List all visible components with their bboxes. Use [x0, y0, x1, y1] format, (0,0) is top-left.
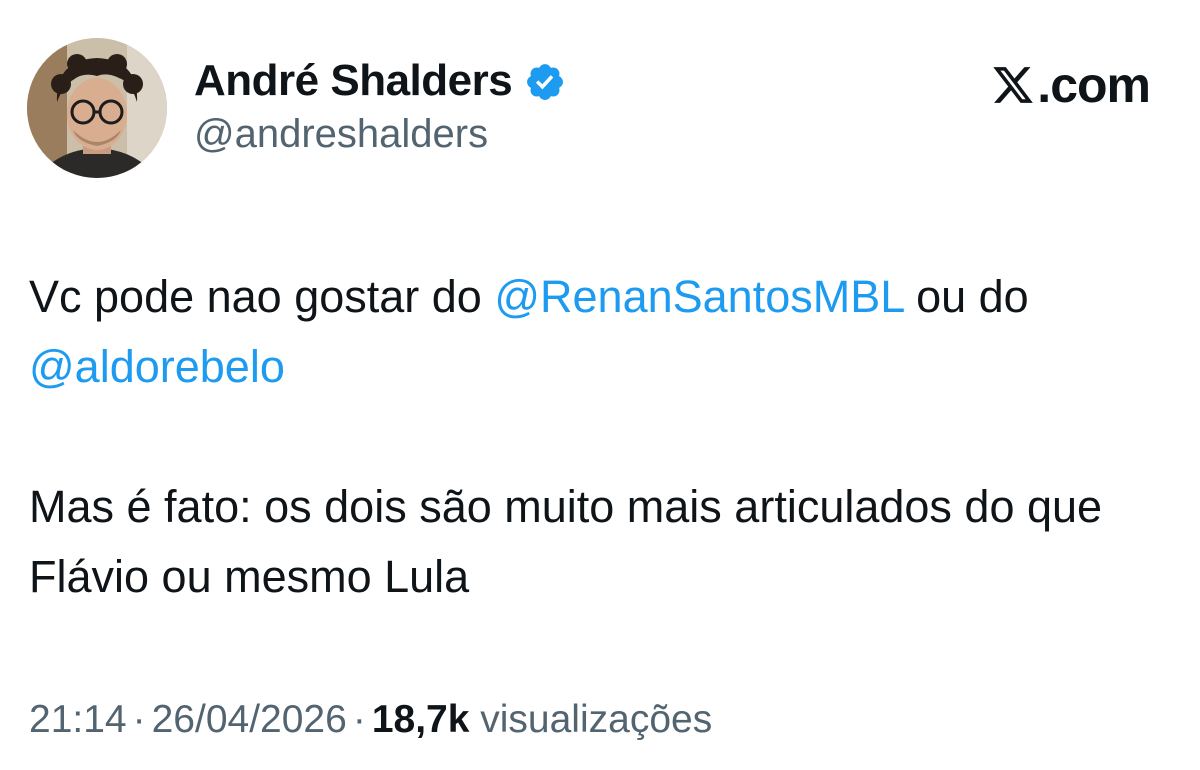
tweet-metadata: 21:14 · 26/04/2026 · 18,7k visualizações	[29, 698, 712, 742]
brand-text: .com	[1037, 57, 1151, 113]
x-logo-icon	[991, 63, 1035, 107]
views-count[interactable]: 18,7k	[372, 698, 470, 741]
tweet-text: Vc pode nao gostar do @RenanSantosMBL ou…	[29, 262, 1169, 682]
tweet-text-segment: Mas é fato: os dois são muito mais artic…	[29, 481, 1103, 602]
tweet-time[interactable]: 21:14	[29, 698, 127, 741]
verified-badge-icon	[524, 61, 566, 103]
meta-separator: ·	[132, 698, 146, 741]
tweet-text-segment: ou do	[903, 271, 1029, 322]
views-label: visualizações	[480, 698, 713, 741]
tweet-text-segment: Vc pode nao gostar do	[29, 271, 495, 322]
meta-separator: ·	[352, 698, 366, 741]
avatar[interactable]	[27, 38, 167, 178]
mention-link[interactable]: @RenanSantosMBL	[494, 271, 903, 322]
brand-logo: .com	[991, 56, 1151, 114]
author-handle[interactable]: @andreshalders	[194, 112, 488, 157]
avatar-photo	[27, 38, 167, 178]
author-name[interactable]: André Shalders	[194, 56, 513, 106]
tweet-paragraph: Vc pode nao gostar do @RenanSantosMBL ou…	[29, 262, 1169, 402]
mention-link[interactable]: @aldorebelo	[29, 341, 285, 392]
author-name-row: André Shalders	[194, 54, 566, 108]
tweet-paragraph: Mas é fato: os dois são muito mais artic…	[29, 472, 1169, 612]
tweet-card: André Shalders @andreshalders .com Vc po…	[0, 0, 1200, 770]
tweet-date[interactable]: 26/04/2026	[152, 698, 347, 741]
